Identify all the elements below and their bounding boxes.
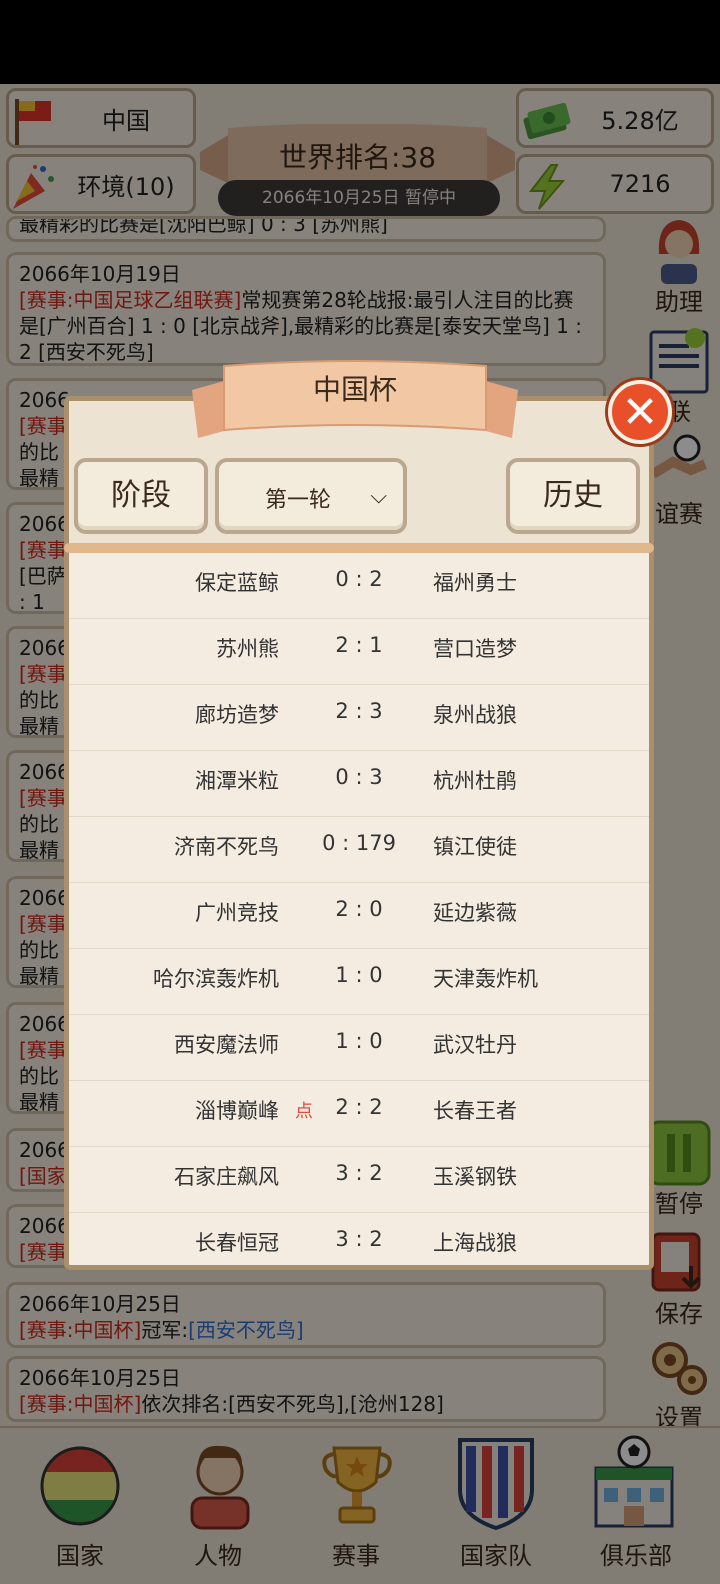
modal-divider [64,543,654,553]
score: 3 : 2 [335,1161,383,1185]
score: 1 : 0 [335,1029,383,1053]
away-team: 福州勇士 [433,571,517,595]
match-row: 广州竞技 2 : 0 延边紫薇 [69,883,649,949]
match-row: 长春恒冠 3 : 2 上海战狼 [69,1213,649,1255]
away-team: 玉溪钢铁 [433,1165,517,1189]
home-team: 长春恒冠 [195,1231,279,1255]
match-row: 济南不死鸟 0 : 179 镇江使徒 [69,817,649,883]
away-team: 上海战狼 [433,1231,517,1255]
home-team: 西安魔法师 [174,1033,279,1057]
away-team: 长春王者 [433,1099,517,1123]
match-row: 廊坊造梦 2 : 3 泉州战狼 [69,685,649,751]
close-icon: ✕ [621,387,659,438]
score: 2 : 0 [335,897,383,921]
score: 0 : 2 [335,567,383,591]
home-team: 淄博巅峰 [195,1099,279,1123]
modal-title: 中国杯 [312,373,397,406]
score: 0 : 3 [335,765,383,789]
home-team: 廊坊造梦 [195,703,279,727]
away-team: 武汉牡丹 [433,1033,517,1057]
away-team: 延边紫薇 [433,901,517,925]
home-team: 苏州熊 [216,637,279,661]
score: 3 : 2 [335,1227,383,1251]
home-team: 哈尔滨轰炸机 [153,967,279,991]
away-team: 天津轰炸机 [433,967,538,991]
round-select[interactable]: 第一轮 ⌵ [215,458,407,534]
match-row: 淄博巅峰 点 2 : 2 长春王者 [69,1081,649,1147]
stage-button[interactable]: 阶段 [74,458,208,534]
home-team: 保定蓝鲸 [195,571,279,595]
history-button[interactable]: 历史 [506,458,640,534]
home-team: 石家庄飙风 [174,1165,279,1189]
score: 2 : 2 [335,1095,383,1119]
close-button[interactable]: ✕ [608,380,672,444]
home-team: 广州竞技 [195,901,279,925]
match-row: 哈尔滨轰炸机 1 : 0 天津轰炸机 [69,949,649,1015]
away-team: 杭州杜鹃 [433,769,517,793]
away-team: 泉州战狼 [433,703,517,727]
match-row: 西安魔法师 1 : 0 武汉牡丹 [69,1015,649,1081]
match-row: 保定蓝鲸 0 : 2 福州勇士 [69,553,649,619]
score: 2 : 3 [335,699,383,723]
away-team: 营口造梦 [433,637,517,661]
home-team: 湘潭米粒 [195,769,279,793]
score: 1 : 0 [335,963,383,987]
score: 2 : 1 [335,633,383,657]
match-row: 石家庄飙风 3 : 2 玉溪钢铁 [69,1147,649,1213]
away-team: 镇江使徒 [433,835,517,859]
match-list[interactable]: 保定蓝鲸 0 : 2 福州勇士 苏州熊 2 : 1 营口造梦 廊坊造梦 2 : … [69,553,649,1255]
match-row: 湘潭米粒 0 : 3 杭州杜鹃 [69,751,649,817]
round-select-value: 第一轮 [265,488,332,513]
chevron-down-icon: ⌵ [370,484,387,509]
match-row: 苏州熊 2 : 1 营口造梦 [69,619,649,685]
home-team: 济南不死鸟 [174,835,279,859]
score: 0 : 179 [322,831,396,855]
